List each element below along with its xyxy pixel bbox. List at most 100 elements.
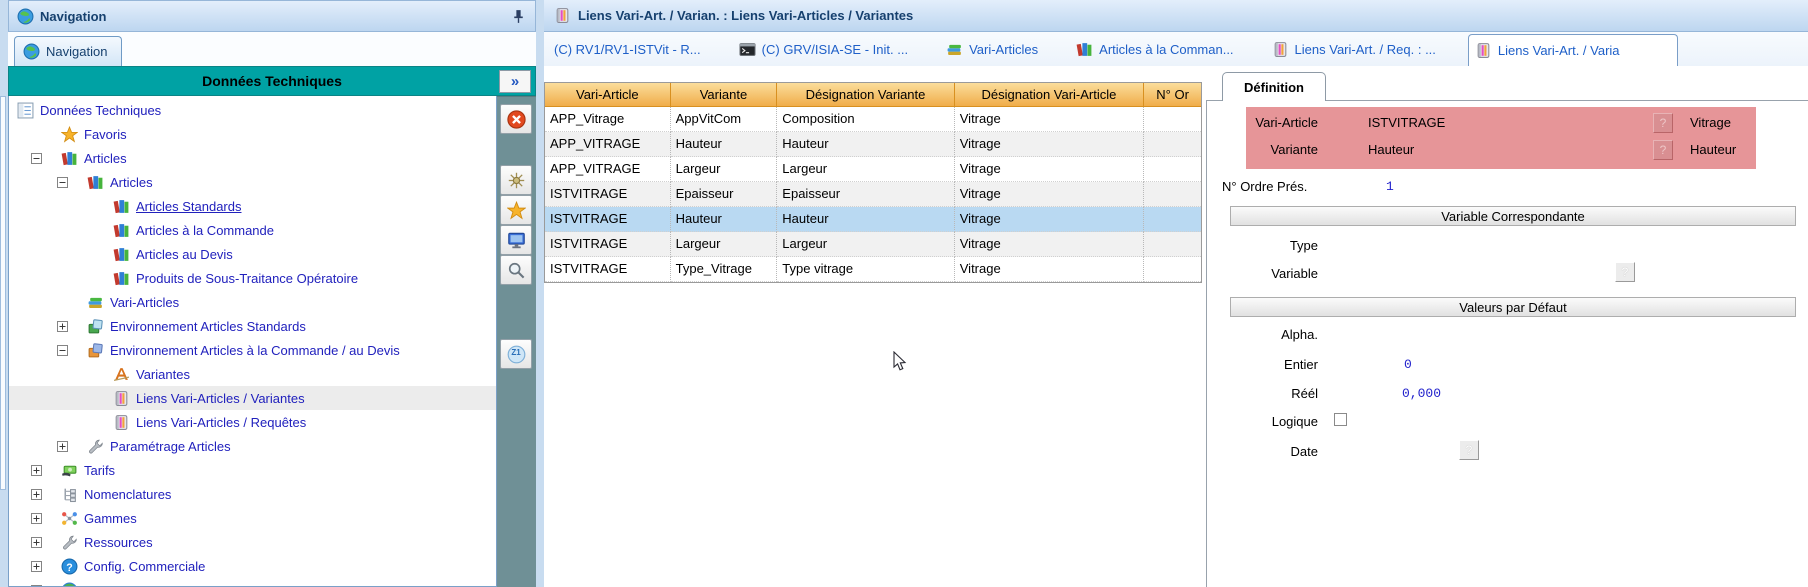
- expand-icon[interactable]: [31, 537, 42, 548]
- variante-value[interactable]: Hauteur: [1368, 142, 1414, 157]
- ordre-value[interactable]: 1: [1386, 179, 1394, 194]
- table-cell[interactable]: Vitrage: [955, 257, 1144, 282]
- pin-icon[interactable]: [510, 8, 527, 25]
- tree-item-articles-standards[interactable]: Articles Standards: [9, 194, 496, 218]
- tree-item-config-commerciale[interactable]: ?Config. Commerciale: [9, 554, 496, 578]
- table-cell[interactable]: Vitrage: [955, 157, 1144, 182]
- table-cell[interactable]: Type vitrage: [777, 257, 954, 282]
- column-header-variante[interactable]: Variante: [671, 83, 778, 106]
- table-cell[interactable]: [1144, 182, 1201, 207]
- table-cell[interactable]: Hauteur: [671, 207, 778, 232]
- tab-c-rv1-rv1-istvit-r[interactable]: (C) RV1/RV1-ISTVit - R...: [548, 34, 707, 64]
- zoom-level-button[interactable]: Z1: [500, 339, 532, 369]
- table-row[interactable]: ISTVITRAGEHauteurHauteurVitrage: [545, 207, 1201, 232]
- table-cell[interactable]: APP_VITRAGE: [545, 132, 671, 157]
- tree-item-tarifs[interactable]: Tarifs: [9, 458, 496, 482]
- table-cell[interactable]: [1144, 257, 1201, 282]
- column-header-d-signation-vari-article[interactable]: Désignation Vari-Article: [955, 83, 1144, 106]
- date-picker-button[interactable]: ?: [1459, 440, 1479, 460]
- tree-item-ressources[interactable]: Ressources: [9, 530, 496, 554]
- table-cell[interactable]: [1144, 107, 1201, 132]
- collapsed-splitter[interactable]: [0, 96, 6, 490]
- table-cell[interactable]: [1144, 157, 1201, 182]
- tab-articles-la-comman[interactable]: Articles à la Comman...: [1070, 34, 1239, 64]
- tab-c-grv-isia-se-init[interactable]: (C) GRV/ISIA-SE - Init. ...: [733, 34, 914, 64]
- table-cell[interactable]: [1144, 207, 1201, 232]
- close-panel-button[interactable]: [500, 104, 532, 134]
- table-cell[interactable]: ISTVITRAGE: [545, 232, 671, 257]
- table-row[interactable]: APP_VITRAGELargeurLargeurVitrage: [545, 157, 1201, 182]
- tree-item-param-trage-articles[interactable]: Paramétrage Articles: [9, 434, 496, 458]
- table-cell[interactable]: Composition: [777, 107, 954, 132]
- table-cell[interactable]: Largeur: [777, 157, 954, 182]
- tree-item-vari-articles[interactable]: Vari-Articles: [9, 290, 496, 314]
- tree-item-environnement-articles-la-commande-au-devis[interactable]: Environnement Articles à la Commande / a…: [9, 338, 496, 362]
- collapse-icon[interactable]: [57, 345, 68, 356]
- table-cell[interactable]: Hauteur: [777, 132, 954, 157]
- table-cell[interactable]: Epaisseur: [671, 182, 778, 207]
- table-cell[interactable]: APP_Vitrage: [545, 107, 671, 132]
- collapse-icon[interactable]: [31, 153, 42, 164]
- table-cell[interactable]: APP_VITRAGE: [545, 157, 671, 182]
- settings-button[interactable]: [500, 165, 532, 195]
- tab-navigation[interactable]: Navigation: [14, 36, 122, 66]
- tree-item-articles-au-devis[interactable]: Articles au Devis: [9, 242, 496, 266]
- table-row[interactable]: APP_VitrageAppVitComCompositionVitrage: [545, 107, 1201, 132]
- table-cell[interactable]: Vitrage: [955, 207, 1144, 232]
- tree-item-gammes[interactable]: Gammes: [9, 506, 496, 530]
- reel-value[interactable]: 0,000: [1402, 386, 1441, 401]
- logique-checkbox[interactable]: [1334, 413, 1347, 426]
- tree-item-liens-vari-articles-variantes[interactable]: Liens Vari-Articles / Variantes: [9, 386, 496, 410]
- column-header-n-or[interactable]: N° Or: [1144, 83, 1201, 106]
- tab-definition[interactable]: Définition: [1222, 72, 1326, 101]
- expand-icon[interactable]: [31, 513, 42, 524]
- tree-item-liens-vari-articles-requ-tes[interactable]: Liens Vari-Articles / Requêtes: [9, 410, 496, 434]
- expand-icon[interactable]: [31, 489, 42, 500]
- table-row[interactable]: APP_VITRAGEHauteurHauteurVitrage: [545, 132, 1201, 157]
- tree-item-articles-la-commande[interactable]: Articles à la Commande: [9, 218, 496, 242]
- table-cell[interactable]: Largeur: [671, 232, 778, 257]
- table-cell[interactable]: Largeur: [671, 157, 778, 182]
- tree-item-articles[interactable]: Articles: [9, 146, 496, 170]
- tree-item-variantes[interactable]: Variantes: [9, 362, 496, 386]
- entier-value[interactable]: 0: [1404, 357, 1412, 372]
- table-cell[interactable]: [1144, 132, 1201, 157]
- table-cell[interactable]: Hauteur: [777, 207, 954, 232]
- table-cell[interactable]: Vitrage: [955, 232, 1144, 257]
- vari-article-value[interactable]: ISTVITRAGE: [1368, 115, 1445, 130]
- table-cell[interactable]: Vitrage: [955, 182, 1144, 207]
- variante-lookup-button[interactable]: ?: [1653, 140, 1673, 160]
- tree-item-articles[interactable]: Articles: [9, 170, 496, 194]
- expand-icon[interactable]: [57, 321, 68, 332]
- table-cell[interactable]: Hauteur: [671, 132, 778, 157]
- table-cell[interactable]: ISTVITRAGE: [545, 182, 671, 207]
- collapse-panel-button[interactable]: »: [499, 70, 531, 93]
- expand-icon[interactable]: [57, 441, 68, 452]
- tree-item-nomenclatures[interactable]: Nomenclatures: [9, 482, 496, 506]
- table-row[interactable]: ISTVITRAGELargeurLargeurVitrage: [545, 232, 1201, 257]
- expand-icon[interactable]: [31, 561, 42, 572]
- tree-item-favoris[interactable]: Favoris: [9, 122, 496, 146]
- expand-icon[interactable]: [31, 465, 42, 476]
- table-cell[interactable]: Type_Vitrage: [671, 257, 778, 282]
- table-cell[interactable]: Vitrage: [955, 132, 1144, 157]
- table-cell[interactable]: AppVitCom: [671, 107, 778, 132]
- table-row[interactable]: ISTVITRAGEEpaisseurEpaisseurVitrage: [545, 182, 1201, 207]
- search-button[interactable]: [500, 255, 532, 285]
- table-cell[interactable]: ISTVITRAGE: [545, 207, 671, 232]
- tree-item-item[interactable]: [9, 578, 496, 587]
- table-cell[interactable]: Epaisseur: [777, 182, 954, 207]
- tab-vari-articles[interactable]: Vari-Articles: [940, 34, 1044, 64]
- table-cell[interactable]: Largeur: [777, 232, 954, 257]
- table-cell[interactable]: Vitrage: [955, 107, 1144, 132]
- column-header-d-signation-variante[interactable]: Désignation Variante: [777, 83, 954, 106]
- tree-item-produits-de-sous-traitance-op-ratoire[interactable]: Produits de Sous-Traitance Opératoire: [9, 266, 496, 290]
- collapse-icon[interactable]: [57, 177, 68, 188]
- table-cell[interactable]: [1144, 232, 1201, 257]
- column-header-vari-article[interactable]: Vari-Article: [545, 83, 671, 106]
- tab-liens-vari-art-varia[interactable]: Liens Vari-Art. / Varia: [1468, 34, 1678, 66]
- favorites-button[interactable]: [500, 195, 532, 225]
- vari-article-lookup-button[interactable]: ?: [1653, 113, 1673, 133]
- variable-lookup-button[interactable]: ?: [1615, 262, 1635, 282]
- tab-liens-vari-art-req[interactable]: Liens Vari-Art. / Req. : ...: [1266, 34, 1442, 64]
